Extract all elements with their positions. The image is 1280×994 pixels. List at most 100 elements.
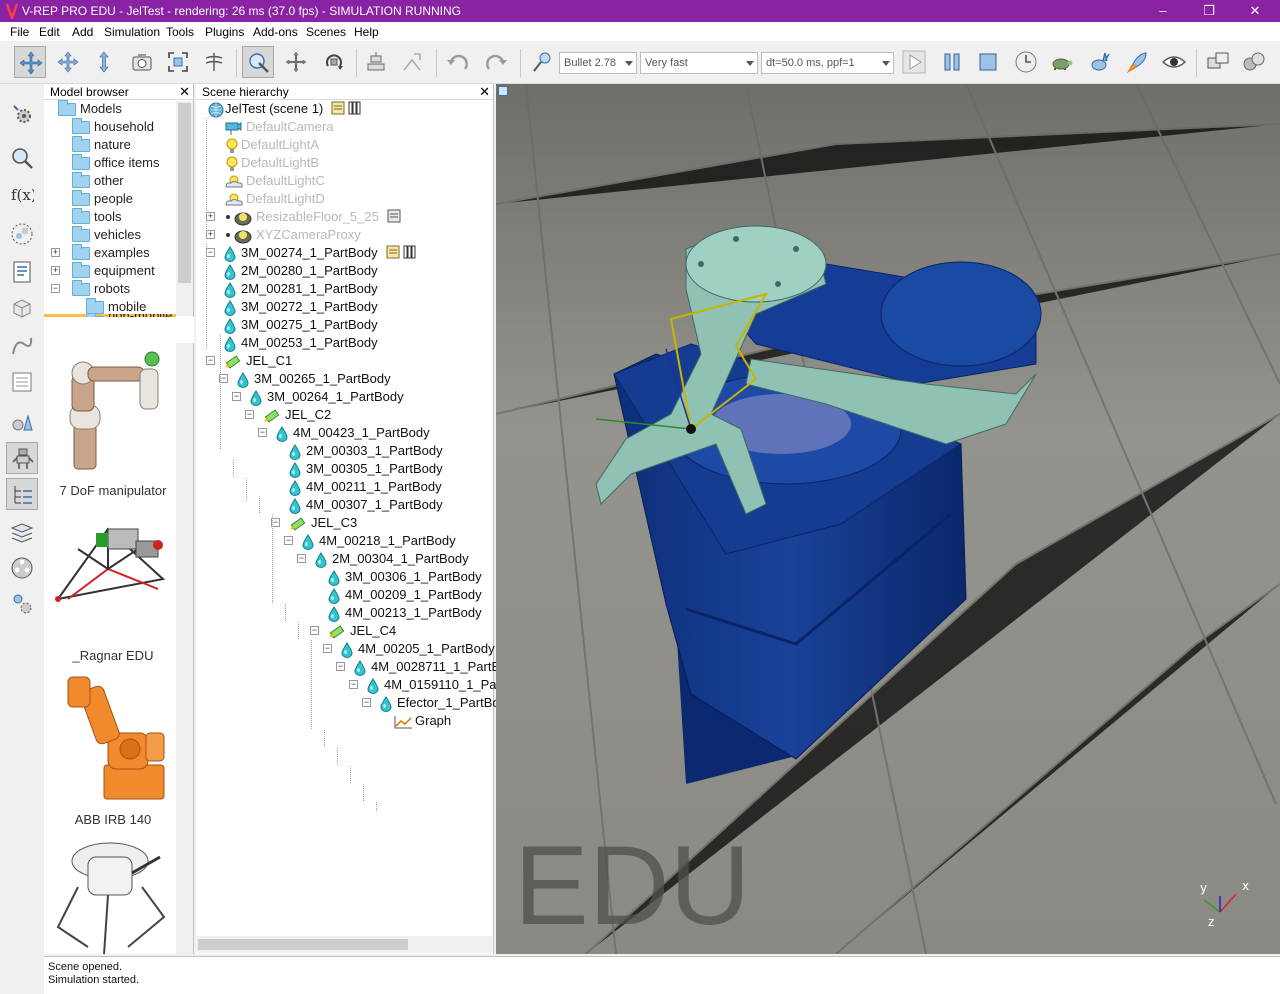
simulation-settings-button[interactable]: [6, 98, 38, 130]
tree-item[interactable]: 4M_00209_1_PartBody: [196, 586, 494, 604]
scene-object-properties-button[interactable]: [6, 142, 38, 174]
object-shift-button[interactable]: [280, 46, 312, 78]
menu-addons[interactable]: Add-ons: [253, 25, 298, 39]
scene-root[interactable]: JelTest (scene 1): [196, 100, 494, 118]
tree-item[interactable]: 4M_00213_1_PartBody: [196, 604, 494, 622]
stop-simulation-button[interactable]: [972, 46, 1004, 78]
collapse-toggle[interactable]: −: [362, 698, 371, 707]
tree-item[interactable]: DefaultLightA: [196, 136, 494, 154]
pause-simulation-button[interactable]: [936, 46, 968, 78]
tree-item[interactable]: − JEL_C3: [196, 514, 494, 532]
engine-accuracy-select[interactable]: Very fast: [640, 52, 758, 74]
assemble-button[interactable]: [198, 46, 230, 78]
tree-item[interactable]: 2M_00303_1_PartBody: [196, 442, 494, 460]
collapse-toggle[interactable]: −: [245, 410, 254, 419]
model-browser-toggle-button[interactable]: [6, 442, 38, 474]
camera-pan-button[interactable]: [14, 46, 46, 78]
tree-item[interactable]: − 3M_00274_1_PartBody: [196, 244, 494, 262]
camera-opening-button[interactable]: [126, 46, 158, 78]
tree-item[interactable]: − Efector_1_PartBody: [196, 694, 513, 712]
tree-item[interactable]: DefaultLightC: [196, 172, 494, 190]
close-button[interactable]: ✕: [1232, 0, 1278, 22]
menu-help[interactable]: Help: [354, 25, 379, 39]
camera-shift-button[interactable]: [88, 46, 120, 78]
model-card-7dof[interactable]: 7 DoF manipulator: [44, 343, 176, 507]
realtime-mode-button[interactable]: [1010, 46, 1042, 78]
expand-toggle[interactable]: +: [206, 230, 215, 239]
collapse-toggle[interactable]: −: [284, 536, 293, 545]
selection-button[interactable]: [6, 366, 38, 398]
tree-item[interactable]: − JEL_C1: [196, 352, 494, 370]
threaded-rendering-button[interactable]: [1122, 46, 1154, 78]
tree-item[interactable]: Graph: [196, 712, 494, 730]
tree-item[interactable]: 3M_00305_1_PartBody: [196, 460, 494, 478]
tree-item[interactable]: −4M_0159110_1_PartBody: [196, 676, 534, 694]
tree-item[interactable]: − JEL_C4: [196, 622, 494, 640]
script-icons[interactable]: [386, 245, 416, 262]
collapse-toggle[interactable]: −: [349, 680, 358, 689]
tree-item[interactable]: DefaultLightD: [196, 190, 494, 208]
visualization-toggle-button[interactable]: [1158, 46, 1190, 78]
scene-selector-button[interactable]: [1238, 46, 1270, 78]
collections-button[interactable]: [6, 218, 38, 250]
expand-toggle[interactable]: +: [206, 212, 215, 221]
scene-hierarchy-toggle-button[interactable]: [6, 478, 38, 510]
tree-item[interactable]: − 4M_00205_1_PartBody: [196, 640, 495, 658]
menu-plugins[interactable]: Plugins: [205, 25, 244, 39]
tree-item[interactable]: −4M_0028711_1_PartBody: [196, 658, 521, 676]
video-recorder-button[interactable]: [6, 552, 38, 584]
panel-splitter[interactable]: [44, 317, 194, 343]
tree-item[interactable]: − 3M_00264_1_PartBody: [196, 388, 494, 406]
start-simulation-button[interactable]: [898, 46, 930, 78]
scripts-button[interactable]: [6, 256, 38, 288]
tree-item[interactable]: − 4M_00218_1_PartBody: [196, 532, 494, 550]
physics-engine-select[interactable]: Bullet 2.78: [559, 52, 637, 74]
model-card-ragnar[interactable]: _Ragnar EDU: [44, 507, 176, 671]
tree-item[interactable]: 3M_00275_1_PartBody: [196, 316, 494, 334]
model-card-delta[interactable]: [44, 835, 176, 954]
assemble-parts-button[interactable]: [360, 46, 392, 78]
scrollbar-thumb[interactable]: [198, 939, 408, 950]
collapse-toggle[interactable]: −: [258, 428, 267, 437]
camera-rotate-button[interactable]: [52, 46, 84, 78]
click-select-button[interactable]: [242, 46, 274, 78]
expand-toggle[interactable]: +: [51, 266, 60, 275]
environment-button[interactable]: [6, 406, 38, 438]
speed-up-button[interactable]: [1084, 46, 1116, 78]
tree-item[interactable]: − 2M_00304_1_PartBody: [196, 550, 494, 568]
tree-item[interactable]: DefaultCamera: [196, 118, 494, 136]
view-options-button[interactable]: [498, 86, 508, 96]
scene-hierarchy-close-button[interactable]: ✕: [479, 84, 490, 100]
menu-file[interactable]: File: [10, 25, 29, 39]
menu-simulation[interactable]: Simulation: [104, 25, 160, 39]
tree-item[interactable]: 3M_00306_1_PartBody: [196, 568, 494, 586]
tree-item[interactable]: 4M_00307_1_PartBody: [196, 496, 494, 514]
script-icon[interactable]: [387, 209, 401, 226]
scrollbar-thumb[interactable]: [178, 103, 191, 283]
collapse-toggle[interactable]: −: [232, 392, 241, 401]
transfer-dna-button[interactable]: [396, 46, 428, 78]
collapse-toggle[interactable]: −: [310, 626, 319, 635]
menu-scenes[interactable]: Scenes: [306, 25, 346, 39]
tree-item[interactable]: − JEL_C2: [196, 406, 494, 424]
tree-item[interactable]: DefaultLightB: [196, 154, 494, 172]
menu-edit[interactable]: Edit: [39, 25, 60, 39]
undo-button[interactable]: [442, 46, 474, 78]
collapse-toggle[interactable]: −: [323, 644, 332, 653]
layers-button[interactable]: [6, 516, 38, 548]
fit-to-view-button[interactable]: [162, 46, 194, 78]
folder-tree-scrollbar[interactable]: [176, 101, 193, 316]
menu-tools[interactable]: Tools: [166, 25, 194, 39]
tree-item[interactable]: + XYZCameraProxy: [196, 226, 494, 244]
calculation-modules-button[interactable]: f(x): [6, 178, 38, 210]
menu-add[interactable]: Add: [72, 25, 93, 39]
page-selector-button[interactable]: [1202, 46, 1234, 78]
tree-item[interactable]: 4M_00211_1_PartBody: [196, 478, 494, 496]
object-rotate-button[interactable]: [318, 46, 350, 78]
script-icons[interactable]: [331, 101, 361, 118]
collapse-toggle[interactable]: −: [206, 248, 215, 257]
model-card-abb-irb140[interactable]: ABB IRB 140: [44, 671, 176, 835]
dynamics-toggle-button[interactable]: [526, 46, 558, 78]
shape-edit-button[interactable]: [6, 292, 38, 324]
redo-button[interactable]: [480, 46, 512, 78]
